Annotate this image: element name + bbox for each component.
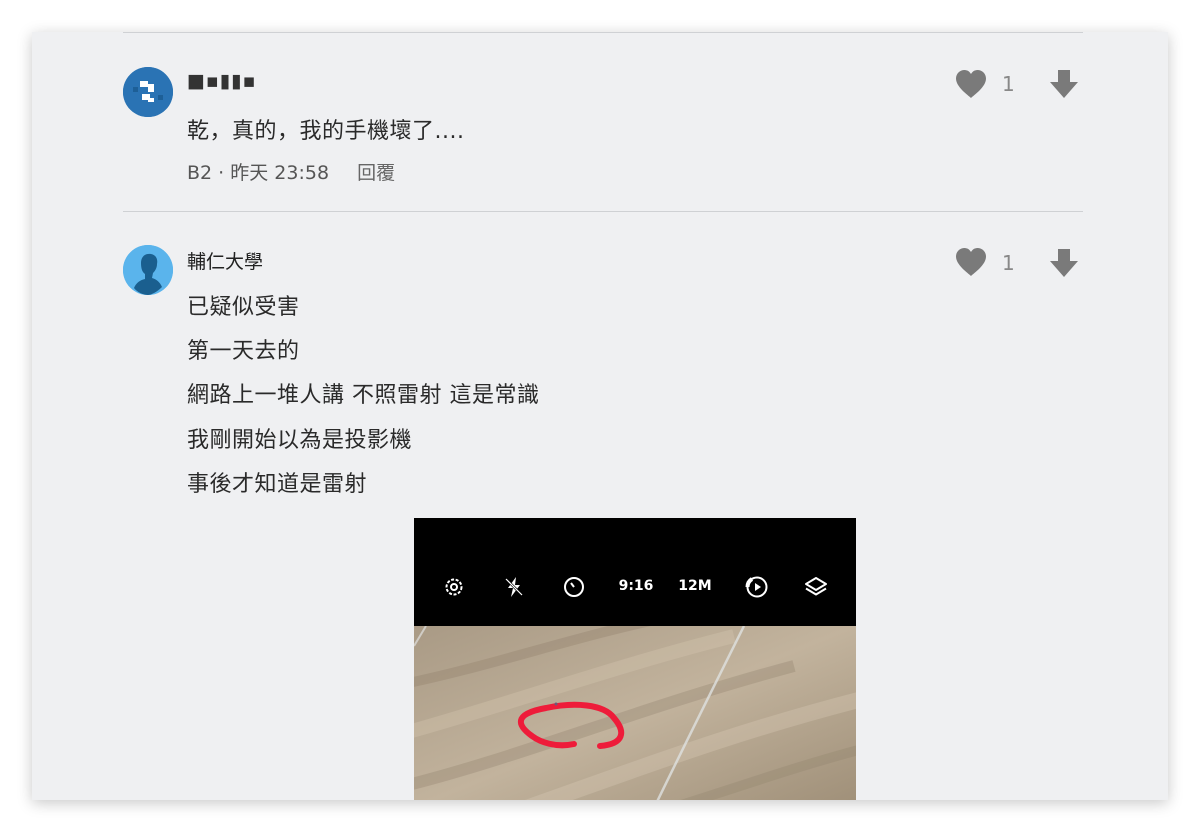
pixel-avatar-icon <box>123 67 173 117</box>
arrow-down-icon <box>1050 249 1078 277</box>
comment-text: 第一天去的 <box>187 339 300 364</box>
aspect-ratio-label: 9:16 <box>618 578 654 594</box>
floor-photo <box>414 626 856 800</box>
username[interactable]: 輔仁大學 <box>187 247 263 274</box>
timer-icon <box>564 577 584 597</box>
like-button[interactable] <box>954 69 988 99</box>
divider <box>123 32 1083 33</box>
meta-separator: · <box>218 162 231 184</box>
like-button[interactable] <box>954 247 988 277</box>
heart-icon <box>956 248 986 276</box>
comment-text: 事後才知道是雷射 <box>187 472 368 497</box>
attached-photo[interactable]: 9:16 12M <box>414 518 856 800</box>
comment-text: 網路上一堆人講 不照雷射 這是常識 <box>187 383 540 408</box>
divider <box>123 211 1083 212</box>
resolution-label: 12M <box>678 578 712 594</box>
reply-button[interactable]: 回覆 <box>357 162 395 184</box>
heart-icon <box>956 70 986 98</box>
like-count: 1 <box>1002 72 1015 96</box>
user-silhouette-icon <box>123 245 173 295</box>
comments-panel: ■▪︎▮▮▪︎ 乾，真的，我的手機壞了.... B2 · 昨天 23:58 回覆… <box>32 32 1168 800</box>
floor-label: B2 <box>187 162 213 184</box>
motion-photo-icon <box>745 576 768 598</box>
downvote-button[interactable] <box>1048 68 1080 100</box>
downvote-button[interactable] <box>1048 247 1080 279</box>
comment-text: 已疑似受害 <box>187 295 300 320</box>
avatar[interactable] <box>123 67 173 117</box>
comment-meta: B2 · 昨天 23:58 回覆 <box>187 158 395 185</box>
username[interactable]: ■▪︎▮▮▪︎ <box>187 70 257 92</box>
arrow-down-icon <box>1050 70 1078 98</box>
comment-text: 我剛開始以為是投影機 <box>187 428 413 453</box>
like-count: 1 <box>1002 251 1015 275</box>
settings-icon <box>445 578 463 596</box>
layers-icon <box>805 577 827 596</box>
avatar[interactable] <box>123 245 173 295</box>
comment-text: 乾，真的，我的手機壞了.... <box>187 119 465 144</box>
flash-off-icon <box>505 577 523 597</box>
timestamp: 昨天 23:58 <box>230 162 330 184</box>
camera-toolbar: 9:16 12M <box>414 518 856 626</box>
